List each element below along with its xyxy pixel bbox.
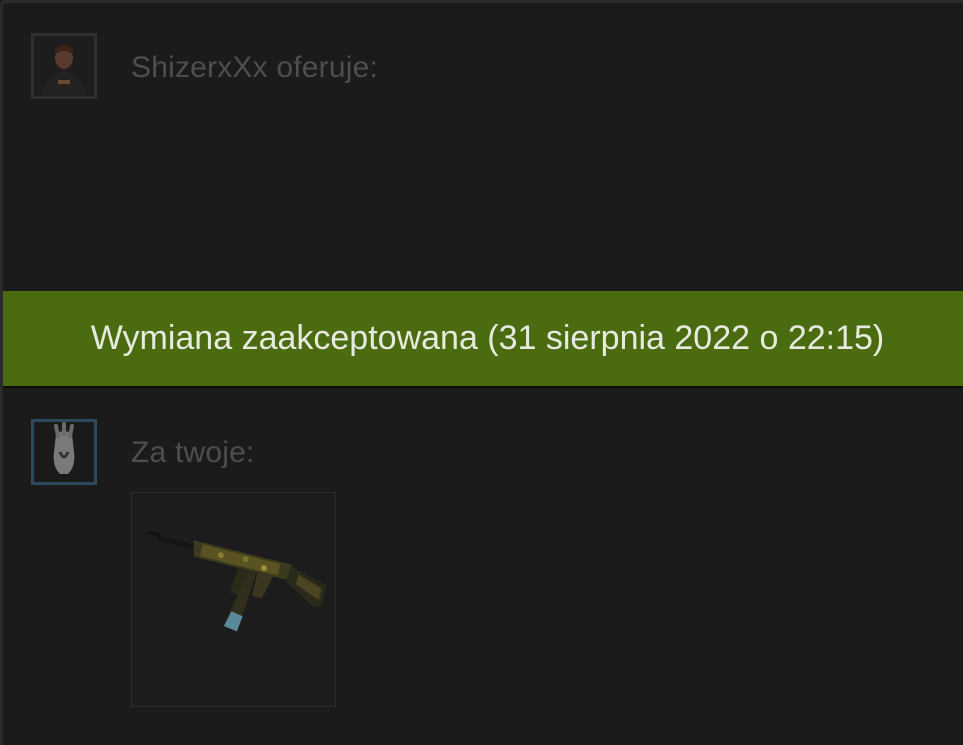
partner-offers-label: ShizerxXx oferuje: (131, 51, 379, 84)
ak47-rifle-icon (147, 530, 327, 632)
trade-status-text: Wymiana zaakceptowana (31 sierpnia 2022 … (90, 319, 885, 357)
trade-offer-panel: ShizerxXx oferuje: Wymiana zaakceptowana… (0, 0, 963, 745)
partner-avatar[interactable] (31, 33, 97, 99)
trade-accepted-banner: Wymiana zaakceptowana (31 sierpnia 2022 … (3, 291, 963, 386)
for-yours-label: Za twoje: (131, 436, 255, 469)
person-avatar-icon (34, 36, 94, 96)
your-avatar[interactable] (31, 419, 97, 485)
trade-item-slot[interactable] (131, 492, 336, 707)
hand-avatar-icon (34, 422, 94, 482)
